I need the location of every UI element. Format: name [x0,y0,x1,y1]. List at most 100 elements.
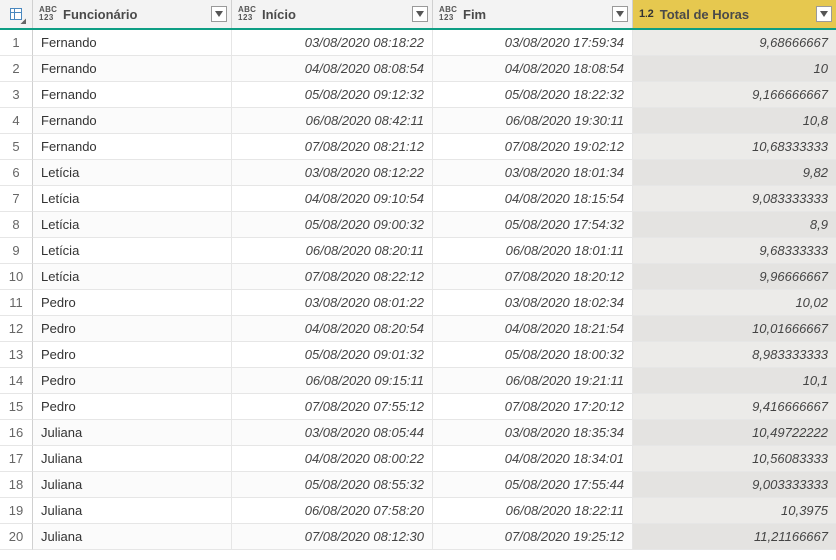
column-header-funcionario[interactable]: ABC123 Funcionário [33,0,232,28]
cell-inicio[interactable]: 03/08/2020 08:12:22 [232,160,433,186]
row-number[interactable]: 9 [0,238,33,264]
cell-total[interactable]: 10 [633,56,836,82]
column-filter-button[interactable] [211,6,227,22]
column-filter-button[interactable] [412,6,428,22]
cell-fim[interactable]: 04/08/2020 18:08:54 [433,56,633,82]
row-number[interactable]: 4 [0,108,33,134]
cell-inicio[interactable]: 05/08/2020 09:12:32 [232,82,433,108]
row-number[interactable]: 5 [0,134,33,160]
cell-inicio[interactable]: 07/08/2020 08:21:12 [232,134,433,160]
cell-total[interactable]: 10,68333333 [633,134,836,160]
row-number[interactable]: 17 [0,446,33,472]
row-number[interactable]: 10 [0,264,33,290]
row-number[interactable]: 3 [0,82,33,108]
cell-total[interactable]: 9,68333333 [633,238,836,264]
cell-fim[interactable]: 05/08/2020 18:22:32 [433,82,633,108]
cell-total[interactable]: 9,416666667 [633,394,836,420]
table-row[interactable]: 11Pedro03/08/2020 08:01:2203/08/2020 18:… [0,290,836,316]
cell-inicio[interactable]: 07/08/2020 08:22:12 [232,264,433,290]
cell-inicio[interactable]: 06/08/2020 08:42:11 [232,108,433,134]
cell-inicio[interactable]: 04/08/2020 08:08:54 [232,56,433,82]
cell-funcionario[interactable]: Juliana [33,524,232,550]
cell-total[interactable]: 9,82 [633,160,836,186]
table-row[interactable]: 8Letícia05/08/2020 09:00:3205/08/2020 17… [0,212,836,238]
cell-fim[interactable]: 07/08/2020 19:25:12 [433,524,633,550]
table-row[interactable]: 20Juliana07/08/2020 08:12:3007/08/2020 1… [0,524,836,550]
row-number[interactable]: 20 [0,524,33,550]
cell-funcionario[interactable]: Juliana [33,420,232,446]
table-row[interactable]: 4Fernando06/08/2020 08:42:1106/08/2020 1… [0,108,836,134]
table-row[interactable]: 1Fernando03/08/2020 08:18:2203/08/2020 1… [0,30,836,56]
cell-total[interactable]: 10,01666667 [633,316,836,342]
cell-inicio[interactable]: 06/08/2020 08:20:11 [232,238,433,264]
cell-funcionario[interactable]: Juliana [33,498,232,524]
cell-funcionario[interactable]: Pedro [33,342,232,368]
cell-total[interactable]: 10,56083333 [633,446,836,472]
cell-fim[interactable]: 07/08/2020 18:20:12 [433,264,633,290]
table-row[interactable]: 17Juliana04/08/2020 08:00:2204/08/2020 1… [0,446,836,472]
cell-total[interactable]: 9,003333333 [633,472,836,498]
table-row[interactable]: 7Letícia04/08/2020 09:10:5404/08/2020 18… [0,186,836,212]
row-number[interactable]: 8 [0,212,33,238]
cell-total[interactable]: 10,1 [633,368,836,394]
cell-total[interactable]: 8,9 [633,212,836,238]
row-number[interactable]: 2 [0,56,33,82]
table-row[interactable]: 19Juliana06/08/2020 07:58:2006/08/2020 1… [0,498,836,524]
table-row[interactable]: 3Fernando05/08/2020 09:12:3205/08/2020 1… [0,82,836,108]
column-header-fim[interactable]: ABC123 Fim [433,0,633,28]
cell-fim[interactable]: 05/08/2020 17:55:44 [433,472,633,498]
cell-inicio[interactable]: 03/08/2020 08:01:22 [232,290,433,316]
cell-funcionario[interactable]: Letícia [33,264,232,290]
cell-funcionario[interactable]: Fernando [33,134,232,160]
cell-inicio[interactable]: 07/08/2020 08:12:30 [232,524,433,550]
row-number[interactable]: 11 [0,290,33,316]
cell-total[interactable]: 9,166666667 [633,82,836,108]
row-number[interactable]: 12 [0,316,33,342]
column-filter-button[interactable] [816,6,832,22]
table-row[interactable]: 5Fernando07/08/2020 08:21:1207/08/2020 1… [0,134,836,160]
cell-fim[interactable]: 04/08/2020 18:34:01 [433,446,633,472]
cell-funcionario[interactable]: Juliana [33,446,232,472]
cell-fim[interactable]: 03/08/2020 18:01:34 [433,160,633,186]
table-row[interactable]: 18Juliana05/08/2020 08:55:3205/08/2020 1… [0,472,836,498]
row-number[interactable]: 1 [0,30,33,56]
table-row[interactable]: 16Juliana03/08/2020 08:05:4403/08/2020 1… [0,420,836,446]
cell-fim[interactable]: 06/08/2020 18:01:11 [433,238,633,264]
cell-inicio[interactable]: 04/08/2020 09:10:54 [232,186,433,212]
cell-inicio[interactable]: 05/08/2020 09:01:32 [232,342,433,368]
table-row[interactable]: 13Pedro05/08/2020 09:01:3205/08/2020 18:… [0,342,836,368]
row-number[interactable]: 6 [0,160,33,186]
row-number[interactable]: 15 [0,394,33,420]
cell-inicio[interactable]: 03/08/2020 08:05:44 [232,420,433,446]
cell-inicio[interactable]: 05/08/2020 09:00:32 [232,212,433,238]
cell-total[interactable]: 9,083333333 [633,186,836,212]
cell-funcionario[interactable]: Pedro [33,290,232,316]
cell-inicio[interactable]: 07/08/2020 07:55:12 [232,394,433,420]
table-row[interactable]: 2Fernando04/08/2020 08:08:5404/08/2020 1… [0,56,836,82]
cell-total[interactable]: 10,02 [633,290,836,316]
cell-fim[interactable]: 04/08/2020 18:15:54 [433,186,633,212]
column-header-total[interactable]: 1.2 Total de Horas [633,0,836,28]
cell-total[interactable]: 9,68666667 [633,30,836,56]
cell-fim[interactable]: 03/08/2020 18:35:34 [433,420,633,446]
cell-funcionario[interactable]: Fernando [33,82,232,108]
cell-funcionario[interactable]: Letícia [33,212,232,238]
table-row[interactable]: 9Letícia06/08/2020 08:20:1106/08/2020 18… [0,238,836,264]
row-number[interactable]: 16 [0,420,33,446]
column-header-inicio[interactable]: ABC123 Início [232,0,433,28]
cell-fim[interactable]: 06/08/2020 19:21:11 [433,368,633,394]
cell-fim[interactable]: 03/08/2020 18:02:34 [433,290,633,316]
cell-inicio[interactable]: 06/08/2020 09:15:11 [232,368,433,394]
cell-inicio[interactable]: 06/08/2020 07:58:20 [232,498,433,524]
cell-funcionario[interactable]: Pedro [33,368,232,394]
cell-fim[interactable]: 05/08/2020 17:54:32 [433,212,633,238]
row-number[interactable]: 19 [0,498,33,524]
table-row[interactable]: 10Letícia07/08/2020 08:22:1207/08/2020 1… [0,264,836,290]
cell-fim[interactable]: 05/08/2020 18:00:32 [433,342,633,368]
cell-inicio[interactable]: 05/08/2020 08:55:32 [232,472,433,498]
cell-funcionario[interactable]: Pedro [33,316,232,342]
cell-total[interactable]: 10,49722222 [633,420,836,446]
cell-funcionario[interactable]: Pedro [33,394,232,420]
column-filter-button[interactable] [612,6,628,22]
cell-fim[interactable]: 06/08/2020 19:30:11 [433,108,633,134]
